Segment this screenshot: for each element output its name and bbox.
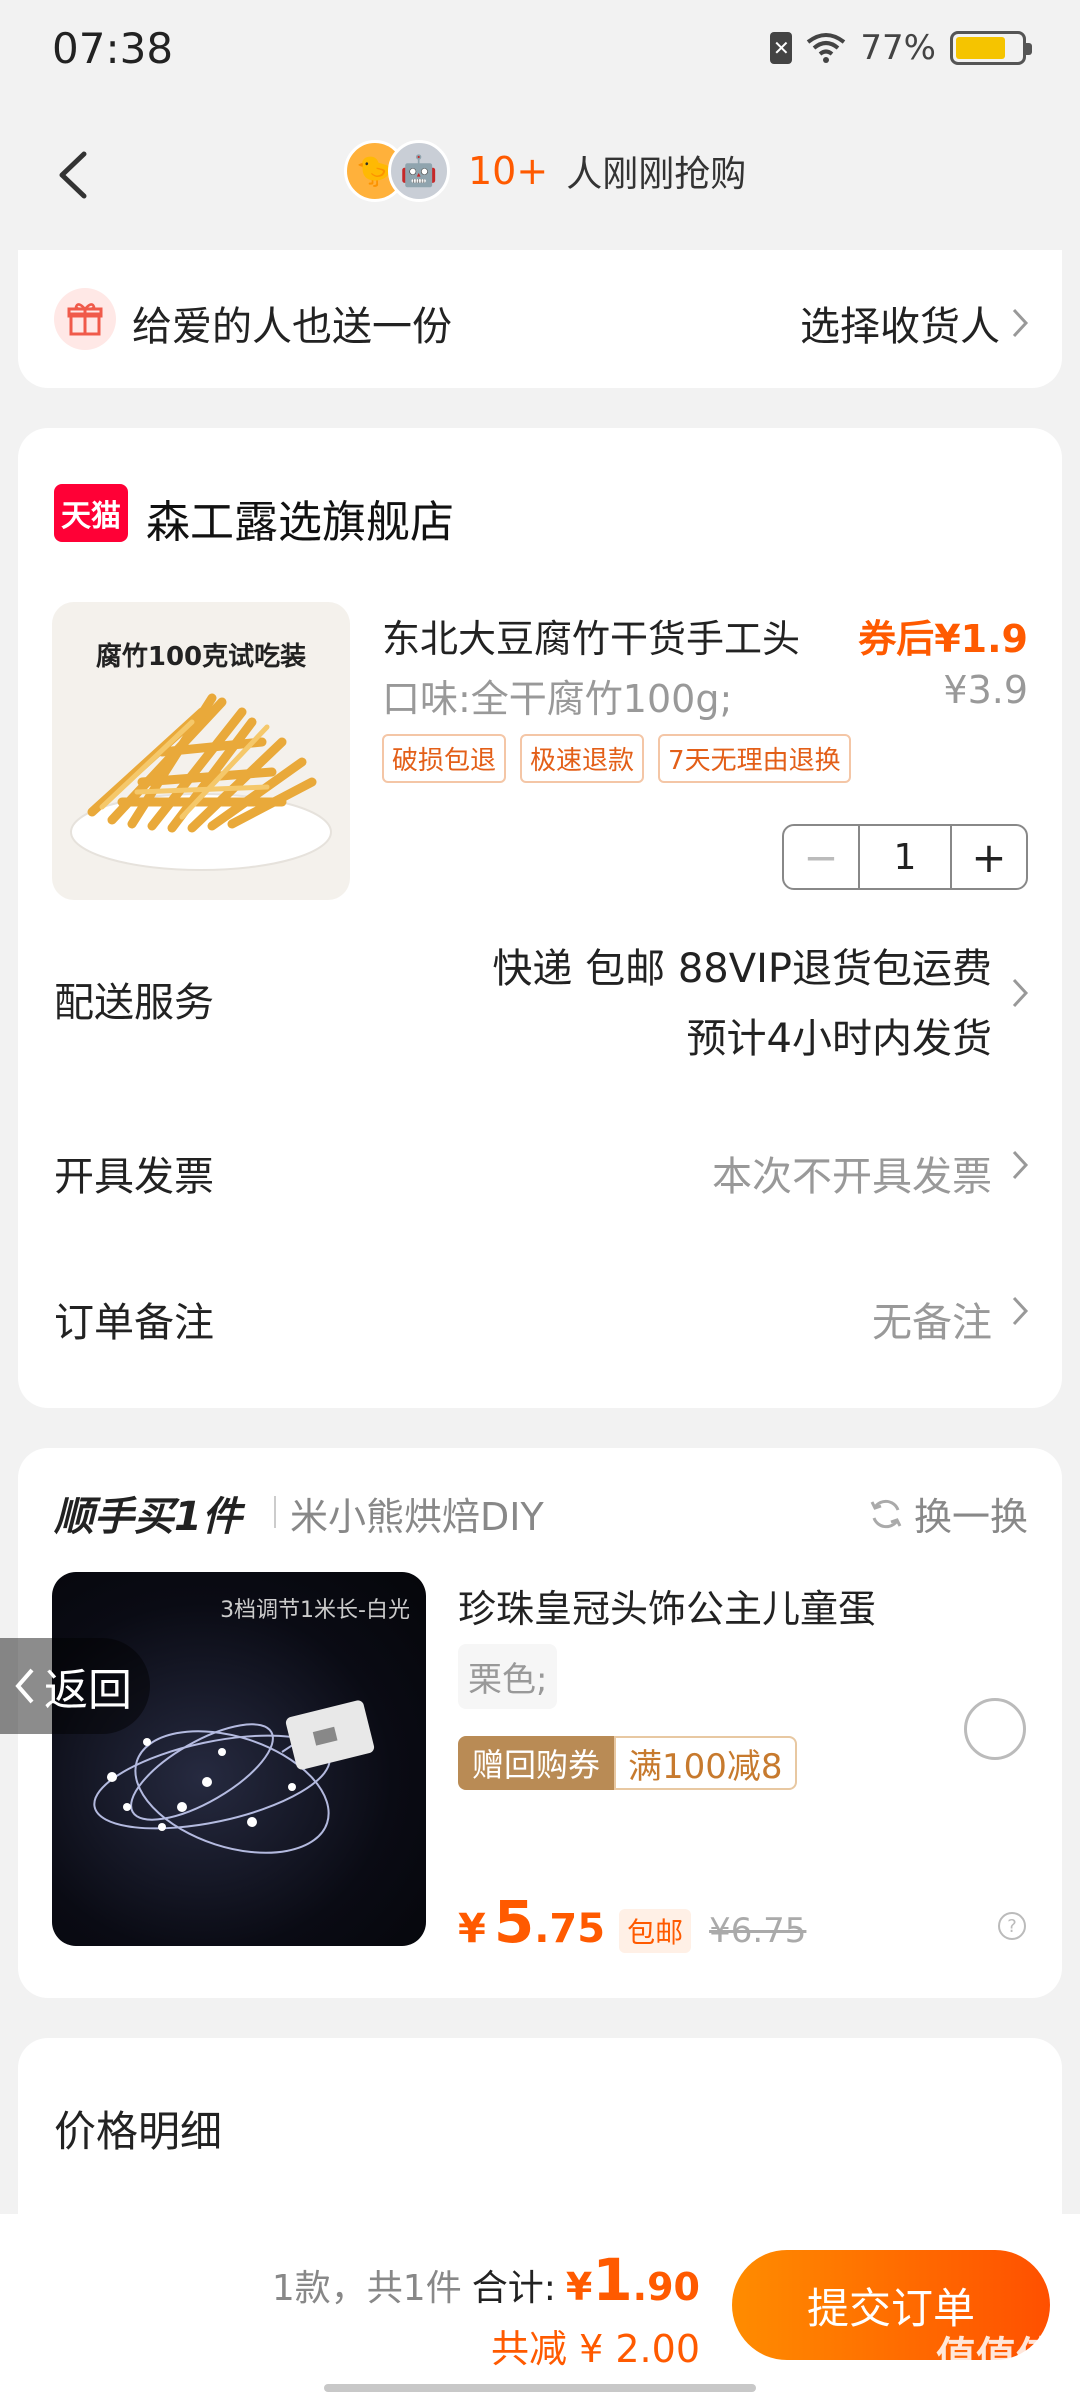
remark-value[interactable]: 无备注 xyxy=(872,1290,992,1348)
total-label: 合计: xyxy=(471,2268,556,2309)
chevron-right-icon[interactable] xyxy=(1010,1294,1030,1328)
product-price: ¥3.9 xyxy=(943,668,1028,712)
delivery-eta[interactable]: 预计4小时内发货 xyxy=(687,1006,992,1064)
addon-title: 顺手买1件 xyxy=(54,1494,242,1540)
service-tag: 破损包退 xyxy=(382,734,507,783)
order-summary: 1款，共1件 合计: ¥ 1 .90 共减 ¥ 2.00 xyxy=(272,2246,700,2373)
sim-icon: ✕ xyxy=(770,32,793,64)
status-bar: 07:38 ✕ 77% xyxy=(0,0,1080,100)
choose-recipient-label: 选择收货人 xyxy=(800,304,1000,350)
price-currency: ¥ xyxy=(458,1906,486,1952)
battery-percent: 77% xyxy=(860,28,936,68)
price-integer: 5 xyxy=(493,1888,535,1956)
avatar-group: 🐤 🤖 xyxy=(344,140,450,202)
battery-icon xyxy=(950,31,1032,65)
coupon-price: 券后¥1.9 xyxy=(858,617,1028,661)
swap-label: 换一换 xyxy=(913,1495,1028,1539)
refresh-icon xyxy=(870,1499,902,1528)
total-currency: ¥ xyxy=(565,2265,593,2309)
service-tag: 7天无理由退换 xyxy=(658,734,851,783)
total-saving[interactable]: 共减 ¥ 2.00 xyxy=(272,2318,700,2373)
total-integer: 1 xyxy=(592,2246,633,2314)
product-title[interactable]: 东北大豆腐竹干货手工头 xyxy=(382,608,800,663)
quantity-value[interactable]: 1 xyxy=(860,826,950,888)
remark-label: 订单备注 xyxy=(54,1300,214,1346)
buyer-activity: 🐤 🤖 10+ 人刚刚抢购 xyxy=(344,140,746,202)
help-icon[interactable]: ? xyxy=(998,1912,1026,1940)
chevron-right-icon[interactable] xyxy=(1010,1148,1030,1182)
gift-text: 给爱的人也送一份 xyxy=(132,304,452,350)
yuba-illustration xyxy=(70,693,332,871)
price-detail-title: 价格明细 xyxy=(54,2107,223,2156)
addon-product-spec[interactable]: 栗色; xyxy=(458,1644,558,1709)
chevron-left-icon xyxy=(15,1668,34,1704)
order-card: 天猫 森工露选旗舰店 腐竹100克试吃装 东北大豆腐竹干货手工头 券后¥1.9 … xyxy=(18,428,1062,1408)
service-tags: 破损包退 极速退款 7天无理由退换 xyxy=(382,734,851,783)
watermark: 值值值 xyxy=(936,2334,1056,2380)
status-time: 07:38 xyxy=(52,24,174,73)
status-icons: ✕ 77% xyxy=(770,28,1032,68)
decrease-button[interactable]: − xyxy=(784,826,860,888)
price-detail-card: 价格明细 xyxy=(18,2038,1062,2238)
delivery-options[interactable]: 快递 包邮 88VIP退货包运费 xyxy=(492,936,992,994)
bottom-bar: 1款，共1件 合计: ¥ 1 .90 共减 ¥ 2.00 提交订单 xyxy=(0,2214,1080,2400)
item-count: 1款，共1件 xyxy=(271,2268,462,2309)
addon-product-title[interactable]: 珍珠皇冠头饰公主儿童蛋 xyxy=(458,1578,876,1633)
addon-select-radio[interactable] xyxy=(964,1698,1026,1760)
back-icon[interactable] xyxy=(40,140,110,210)
tmall-logo: 天猫 xyxy=(54,484,128,542)
free-shipping-badge: 包邮 xyxy=(619,1909,692,1953)
quantity-stepper: − 1 + xyxy=(782,824,1028,890)
chevron-right-icon xyxy=(1012,308,1029,338)
buyer-text: 人刚刚抢购 xyxy=(566,154,747,195)
float-back-label: 返回 xyxy=(44,1665,132,1716)
home-indicator[interactable] xyxy=(324,2384,756,2392)
divider xyxy=(274,1496,276,1528)
float-back-button[interactable]: 返回 xyxy=(0,1638,150,1734)
fairy-lights-illustration xyxy=(93,1700,375,1854)
coupon-badge: 赠回购券 满100减8 xyxy=(458,1736,797,1790)
coupon-value: 满100减8 xyxy=(614,1736,797,1790)
buyer-count: 10+ xyxy=(468,149,549,193)
chevron-right-icon[interactable] xyxy=(1010,976,1030,1010)
choose-recipient-link[interactable]: 选择收货人 xyxy=(800,294,1030,352)
coupon-label: 赠回购券 xyxy=(458,1736,615,1790)
gift-row[interactable]: 给爱的人也送一份 选择收货人 xyxy=(18,250,1062,388)
increase-button[interactable]: + xyxy=(950,826,1026,888)
swap-button[interactable]: 换一换 xyxy=(868,1486,1028,1541)
gift-icon xyxy=(54,288,116,350)
invoice-label: 开具发票 xyxy=(54,1154,214,1200)
total-decimal: .90 xyxy=(632,2265,700,2309)
avatar: 🤖 xyxy=(388,140,450,202)
wifi-icon xyxy=(807,33,846,63)
service-tag: 极速退款 xyxy=(520,734,645,783)
price-decimal: .75 xyxy=(534,1906,606,1952)
addon-product-image[interactable]: 3档调节1米长-白光 xyxy=(52,1572,426,1946)
watermark-url: zhizhizhi.com xyxy=(945,2376,1054,2395)
invoice-value[interactable]: 本次不开具发票 xyxy=(712,1144,992,1202)
top-nav: 🐤 🤖 10+ 人刚刚抢购 xyxy=(0,100,1080,250)
shop-name[interactable]: 森工露选旗舰店 xyxy=(146,486,454,550)
delivery-label: 配送服务 xyxy=(54,980,214,1026)
total-amount: ¥ 1 .90 xyxy=(566,2246,700,2314)
addon-price: ¥ 5.75 包邮 ¥6.75 xyxy=(458,1888,806,1956)
addon-card: 顺手买1件 米小熊烘焙DIY 换一换 3档调节1米长-白光 珍珠皇冠头饰公主儿童… xyxy=(18,1448,1062,1998)
original-price: ¥6.75 xyxy=(709,1911,807,1951)
product-spec[interactable]: 口味:全干腐竹100g; xyxy=(382,668,732,723)
addon-shop-name[interactable]: 米小熊烘焙DIY xyxy=(290,1486,544,1541)
product-image[interactable]: 腐竹100克试吃装 xyxy=(52,602,350,900)
battery-fill xyxy=(956,37,1006,59)
